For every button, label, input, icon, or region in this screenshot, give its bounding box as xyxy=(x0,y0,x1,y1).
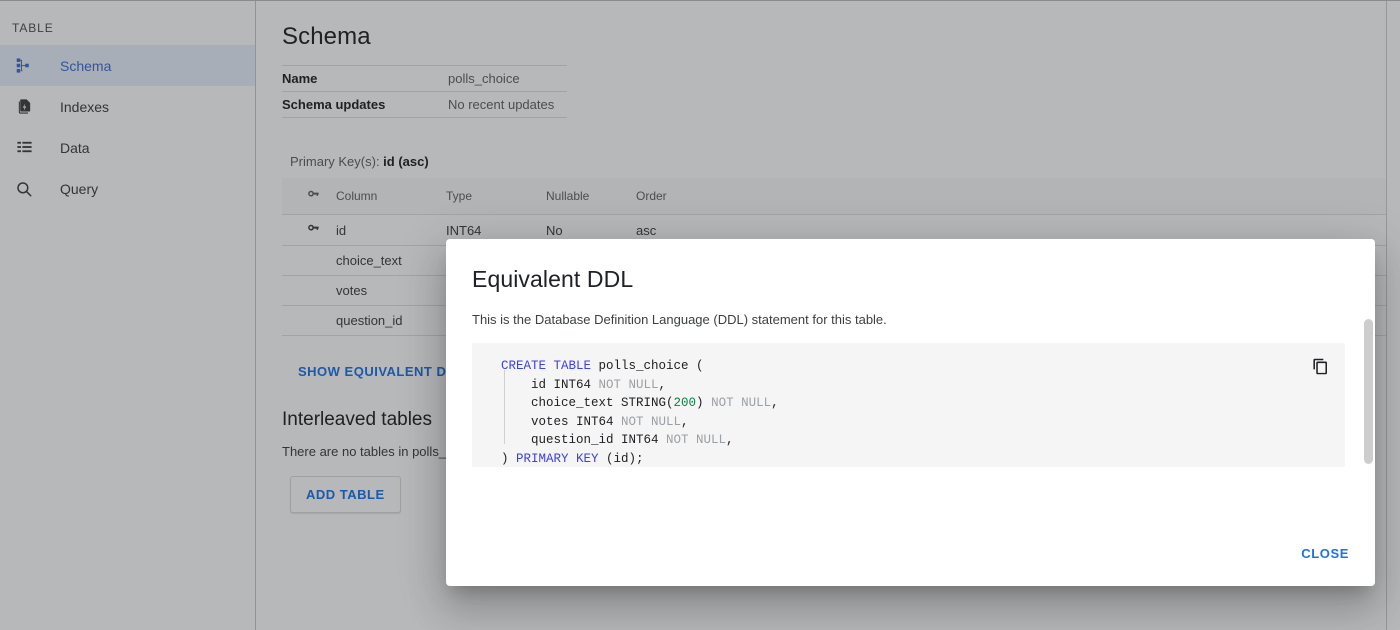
copy-icon[interactable] xyxy=(1309,355,1331,377)
dialog-scrollbar[interactable] xyxy=(1362,239,1375,586)
dialog-title: Equivalent DDL xyxy=(472,266,634,292)
close-button[interactable]: CLOSE xyxy=(1291,537,1359,570)
dialog-scrollbar-thumb[interactable] xyxy=(1364,319,1373,464)
ddl-code-block: CREATE TABLE polls_choice ( id INT64 NOT… xyxy=(472,343,1345,467)
equivalent-ddl-dialog: Equivalent DDL This is the Database Defi… xyxy=(446,239,1375,586)
dialog-subtitle: This is the Database Definition Language… xyxy=(472,312,887,327)
ddl-code-text: CREATE TABLE polls_choice ( id INT64 NOT… xyxy=(501,359,779,466)
indent-guide xyxy=(504,370,505,444)
dialog-actions: CLOSE xyxy=(1291,537,1359,570)
